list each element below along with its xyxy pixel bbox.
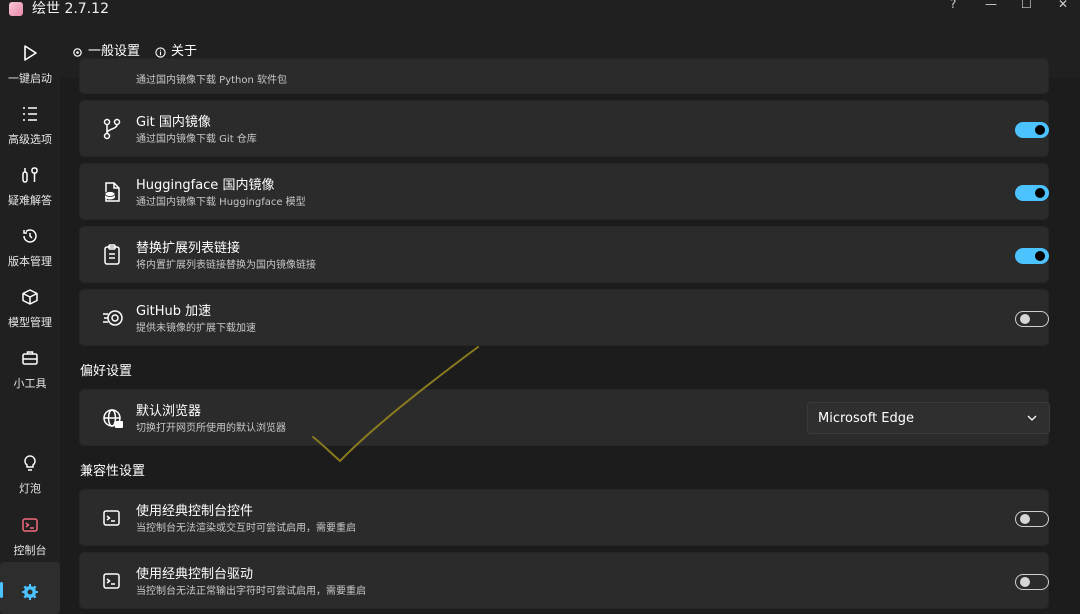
sidebar-item-label: 版本管理 — [8, 255, 52, 268]
git-branch-icon — [103, 118, 121, 140]
compatibility-section-title: 兼容性设置 — [80, 464, 146, 479]
window-title: 绘世 2.7.12 — [32, 1, 109, 17]
git-mirror-toggle[interactable] — [1015, 122, 1049, 138]
huggingface-mirror-toggle[interactable] — [1015, 185, 1049, 201]
sidebar-item-label: 一键启动 — [8, 72, 52, 85]
preferences-section-title: 偏好设置 — [80, 364, 133, 379]
sidebar-item-launch[interactable]: 一键启动 — [0, 36, 60, 92]
gear-icon — [73, 47, 82, 57]
chevron-down-icon — [1027, 415, 1037, 421]
sidebar-item-settings[interactable] — [0, 562, 60, 614]
maximize-button[interactable]: ☐ — [1021, 0, 1032, 10]
card-subtitle: 当控制台无法正常输出字符时可尝试启用，需要重启 — [136, 586, 366, 597]
sidebar-item-troubleshoot[interactable]: 疑难解答 — [0, 158, 60, 214]
python-mirror-card: 通过国内镜像下载 Python 软件包 — [79, 58, 1049, 94]
sidebar-item-models[interactable]: 模型管理 — [0, 280, 60, 336]
git-mirror-card: Git 国内镜像 通过国内镜像下载 Git 仓库 — [79, 100, 1049, 157]
select-value: Microsoft Edge — [818, 411, 915, 426]
card-title: Huggingface 国内镜像 — [136, 178, 275, 193]
globe-icon — [103, 409, 123, 428]
card-subtitle: 当控制台无法渲染或交互时可尝试启用，需要重启 — [136, 523, 356, 534]
sidebar-item-console[interactable]: 控制台 — [0, 508, 60, 564]
close-button[interactable]: ✕ — [1058, 0, 1068, 10]
sidebar-item-tools[interactable]: 小工具 — [0, 341, 60, 397]
active-indicator — [0, 582, 3, 598]
sidebar-item-label: 灯泡 — [19, 482, 41, 495]
card-subtitle: 切换打开网页所使用的默认浏览器 — [136, 423, 286, 434]
replace-extension-list-toggle[interactable] — [1015, 248, 1049, 264]
clipboard-icon — [104, 244, 120, 265]
card-subtitle: 通过国内镜像下载 Git 仓库 — [136, 134, 257, 145]
terminal-icon — [103, 573, 120, 589]
minimize-button[interactable]: — — [985, 0, 997, 10]
help-button[interactable]: ? — [950, 0, 956, 10]
gear-icon — [22, 584, 38, 600]
list-icon — [23, 107, 37, 121]
sidebar-item-lightbulb[interactable]: 灯泡 — [0, 446, 60, 502]
github-speedup-card: GitHub 加速 提供未镜像的扩展下载加速 — [79, 289, 1049, 346]
sidebar-item-versions[interactable]: 版本管理 — [0, 219, 60, 275]
title-bar: 绘世 2.7.12 ? — ☐ ✕ — [0, 0, 1080, 22]
history-icon — [23, 229, 37, 243]
info-icon — [155, 46, 166, 58]
main-panel: 一般设置 关于 通过国内镜像下载 Python 软件包 Git 国内镜像 通过国… — [60, 22, 1080, 614]
card-subtitle: 将内置扩展列表链接替换为国内镜像链接 — [136, 260, 316, 271]
sidebar-item-label: 高级选项 — [8, 133, 52, 146]
speed-icon — [103, 310, 123, 326]
card-title: Git 国内镜像 — [136, 115, 211, 130]
toolbox-icon — [22, 351, 38, 365]
classic-console-driver-card: 使用经典控制台驱动 当控制台无法正常输出字符时可尝试启用，需要重启 — [79, 552, 1049, 609]
card-title: GitHub 加速 — [136, 304, 212, 319]
sidebar-item-label: 疑难解答 — [8, 194, 52, 207]
classic-console-control-card: 使用经典控制台控件 当控制台无法渲染或交互时可尝试启用，需要重启 — [79, 489, 1049, 546]
card-subtitle: 通过国内镜像下载 Python 软件包 — [136, 75, 288, 86]
play-icon — [24, 45, 37, 61]
github-speedup-toggle[interactable] — [1015, 311, 1049, 327]
tools-icon — [22, 167, 38, 183]
card-title: 使用经典控制台驱动 — [136, 567, 254, 582]
replace-extension-list-card: 替换扩展列表链接 将内置扩展列表链接替换为国内镜像链接 — [79, 226, 1049, 283]
database-file-icon — [104, 182, 120, 202]
default-browser-card: 默认浏览器 切换打开网页所使用的默认浏览器 Microsoft Edge — [79, 389, 1050, 446]
default-browser-select[interactable]: Microsoft Edge — [807, 402, 1050, 434]
settings-content: 通过国内镜像下载 Python 软件包 Git 国内镜像 通过国内镜像下载 Gi… — [60, 58, 1080, 614]
card-subtitle: 通过国内镜像下载 Huggingface 模型 — [136, 197, 306, 208]
sidebar-item-label: 控制台 — [13, 544, 47, 557]
sidebar-item-label: 小工具 — [13, 377, 47, 390]
sidebar-item-advanced[interactable]: 高级选项 — [0, 97, 60, 153]
card-subtitle: 提供未镜像的扩展下载加速 — [136, 323, 256, 334]
classic-console-control-toggle[interactable] — [1015, 511, 1049, 527]
cube-icon — [22, 289, 38, 305]
card-title: 使用经典控制台控件 — [136, 504, 254, 519]
lightbulb-icon — [24, 455, 36, 471]
sidebar-item-label: 模型管理 — [8, 316, 52, 329]
huggingface-mirror-card: Huggingface 国内镜像 通过国内镜像下载 Huggingface 模型 — [79, 163, 1049, 220]
app-logo-icon — [9, 2, 23, 16]
card-title: 替换扩展列表链接 — [136, 241, 241, 256]
console-icon — [22, 518, 38, 532]
terminal-icon — [103, 510, 120, 526]
sidebar: 一键启动 高级选项 疑难解答 版本管理 模型管理 小工具 灯泡 控制台 — [0, 22, 60, 614]
classic-console-driver-toggle[interactable] — [1015, 574, 1049, 590]
card-title: 默认浏览器 — [136, 404, 202, 419]
